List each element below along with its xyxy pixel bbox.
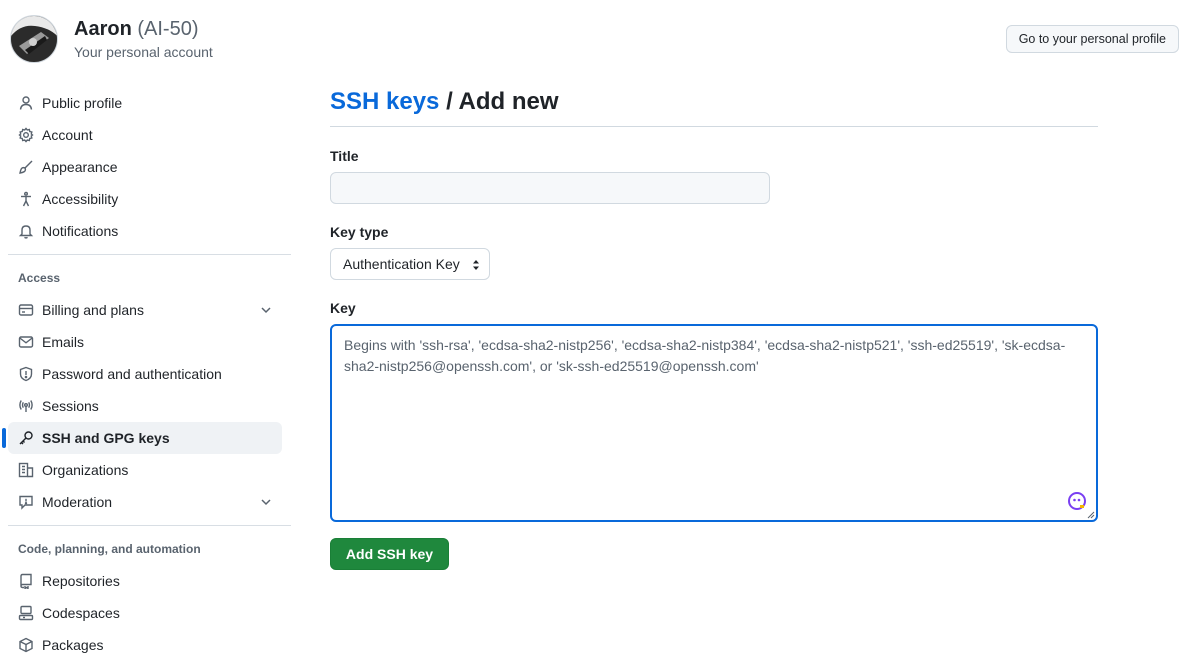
title-label: Title <box>330 148 359 164</box>
sidebar-item-label: Accessibility <box>42 191 119 207</box>
sidebar-item-emails[interactable]: Emails <box>8 326 282 358</box>
sidebar-item-ssh-gpg-keys[interactable]: SSH and GPG keys <box>2 422 282 454</box>
sidebar-divider <box>8 254 291 255</box>
sidebar-item-label: Packages <box>42 637 104 653</box>
sidebar-divider <box>8 525 291 526</box>
shield-icon <box>18 366 34 382</box>
codespaces-icon <box>18 605 34 621</box>
breadcrumb-separator: / <box>439 88 459 115</box>
sidebar-item-public-profile[interactable]: Public profile <box>8 87 282 119</box>
resize-handle-icon[interactable] <box>1087 511 1095 519</box>
main-content: SSH keys / Add new Title Key type Authen… <box>330 88 1098 570</box>
sidebar-item-moderation[interactable]: Moderation <box>8 486 282 518</box>
chevron-down-icon[interactable] <box>258 494 274 510</box>
sidebar-item-codespaces[interactable]: Codespaces <box>8 597 282 629</box>
sidebar-item-label: Password and authentication <box>42 366 222 382</box>
sidebar-item-repositories[interactable]: Repositories <box>8 565 282 597</box>
broadcast-icon <box>18 398 34 414</box>
key-icon <box>18 430 34 446</box>
person-icon <box>18 95 34 111</box>
sidebar-item-label: Public profile <box>42 95 123 111</box>
sidebar-item-billing[interactable]: Billing and plans <box>8 294 282 326</box>
key-type-select[interactable]: Authentication Key <box>330 248 490 280</box>
sidebar-group-code: Code, planning, and automation <box>18 542 201 556</box>
chevron-down-icon[interactable] <box>258 302 274 318</box>
sidebar-item-label: Billing and plans <box>42 302 144 318</box>
sidebar-item-account[interactable]: Account <box>8 119 282 151</box>
sidebar-item-label: Appearance <box>42 159 118 175</box>
add-ssh-key-button[interactable]: Add SSH key <box>330 538 449 570</box>
sidebar-item-label: Codespaces <box>42 605 120 621</box>
sidebar-item-label: Moderation <box>42 494 113 510</box>
organization-icon <box>18 462 34 478</box>
title-input[interactable] <box>330 172 770 204</box>
select-arrows-icon <box>473 260 479 270</box>
sidebar-item-accessibility[interactable]: Accessibility <box>8 183 282 215</box>
settings-sidebar: Public profile Account Appearance Access… <box>0 87 291 654</box>
report-icon <box>18 494 34 510</box>
sidebar-item-notifications[interactable]: Notifications <box>8 215 282 247</box>
paintbrush-icon <box>18 159 34 175</box>
sidebar-item-appearance[interactable]: Appearance <box>8 151 282 183</box>
sidebar-item-label: Account <box>42 127 93 143</box>
sidebar-item-label: Notifications <box>42 223 119 239</box>
sidebar-item-organizations[interactable]: Organizations <box>8 454 282 486</box>
account-name: Aaron (AI-50) <box>74 18 198 41</box>
accessibility-icon <box>18 191 34 207</box>
avatar[interactable] <box>10 15 58 63</box>
key-placeholder: Begins with 'ssh-rsa', 'ecdsa-sha2-nistp… <box>344 337 1066 374</box>
credit-card-icon <box>18 302 34 318</box>
sidebar-item-packages[interactable]: Packages <box>8 629 282 654</box>
sidebar-item-password[interactable]: Password and authentication <box>8 358 282 390</box>
key-textarea[interactable]: Begins with 'ssh-rsa', 'ecdsa-sha2-nistp… <box>330 324 1098 522</box>
account-username: Aaron <box>74 18 132 40</box>
sidebar-item-label: Sessions <box>42 398 99 414</box>
sidebar-group-access: Access <box>18 271 61 285</box>
sidebar-item-label: SSH and GPG keys <box>42 430 170 446</box>
page-title-text: Add new <box>458 88 559 115</box>
key-type-selected: Authentication Key <box>343 256 460 272</box>
gear-icon <box>18 127 34 143</box>
repo-icon <box>18 573 34 589</box>
sidebar-item-label: Emails <box>42 334 85 350</box>
page-title: SSH keys / Add new <box>330 88 1098 127</box>
key-label: Key <box>330 300 356 316</box>
package-icon <box>18 637 34 653</box>
account-org: (AI-50) <box>137 18 199 40</box>
go-to-profile-button[interactable]: Go to your personal profile <box>1005 25 1179 53</box>
sidebar-item-sessions[interactable]: Sessions <box>8 390 282 422</box>
breadcrumb-ssh-keys[interactable]: SSH keys <box>330 88 439 115</box>
sidebar-item-label: Organizations <box>42 462 129 478</box>
account-subtitle: Your personal account <box>74 44 213 60</box>
assistant-icon[interactable] <box>1067 491 1087 511</box>
mail-icon <box>18 334 34 350</box>
sidebar-item-label: Repositories <box>42 573 120 589</box>
key-type-label: Key type <box>330 224 389 240</box>
bell-icon <box>18 223 34 239</box>
